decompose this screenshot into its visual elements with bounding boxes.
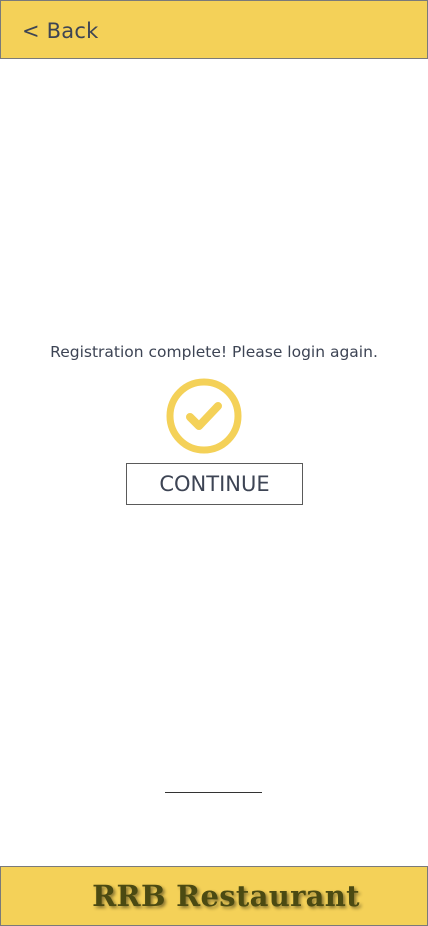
registration-message: Registration complete! Please login agai…: [50, 343, 378, 361]
back-button[interactable]: < Back: [22, 19, 98, 43]
check-circle-icon: [166, 378, 242, 454]
brand-logo-text: RRB Restaurant: [92, 879, 360, 913]
divider-line: [165, 792, 262, 793]
footer-bar: RRB Restaurant: [0, 866, 428, 926]
continue-button[interactable]: CONTINUE: [126, 463, 303, 505]
header-bar: < Back: [0, 0, 428, 59]
registration-complete-screen: < Back Registration complete! Please log…: [0, 0, 428, 926]
